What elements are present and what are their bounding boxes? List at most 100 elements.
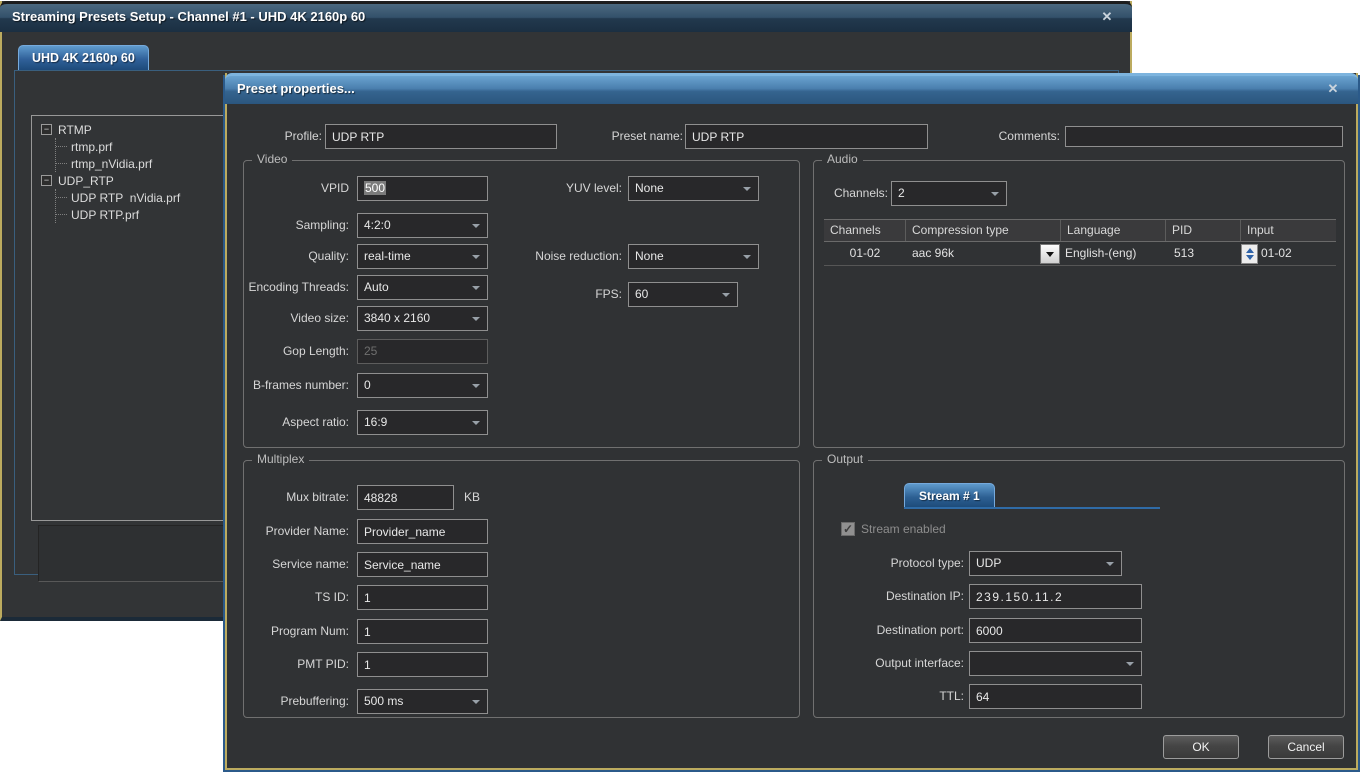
fps-select[interactable]: 60: [628, 282, 738, 307]
tree-node-udp-rtp: − UDP_RTP UDP RTP nVidia.prf UDP RTP.prf: [41, 172, 233, 223]
vpid-field[interactable]: 500: [357, 176, 488, 201]
destination-port-field[interactable]: [969, 618, 1142, 643]
tab-uhd-4k-2160p-60[interactable]: UHD 4K 2160p 60: [18, 45, 149, 70]
col-pid: PID: [1166, 220, 1241, 241]
audio-table-header: Channels Compression type Language PID I…: [824, 219, 1336, 242]
video-size-select[interactable]: 3840 x 2160: [357, 306, 488, 331]
video-group-title: Video: [252, 152, 292, 166]
main-window-close-icon[interactable]: ✕: [1098, 8, 1116, 26]
stream-enabled-checkbox[interactable]: ✓: [841, 522, 855, 536]
profile-label: Profile:: [227, 124, 322, 149]
provider-name-field[interactable]: [357, 519, 488, 544]
checkbox-check-icon: ✓: [843, 522, 853, 536]
quality-select[interactable]: real-time: [357, 244, 488, 269]
aspect-ratio-select[interactable]: 16:9: [357, 410, 488, 435]
audio-table: Channels Compression type Language PID I…: [824, 219, 1336, 266]
yuv-level-label: YUV level:: [474, 176, 622, 201]
dropdown-arrow-icon: [472, 384, 480, 388]
pmt-pid-field[interactable]: [357, 652, 488, 677]
ts-id-label: TS ID:: [244, 585, 349, 610]
tree-children-rtmp: rtmp.prf rtmp_nVidia.prf: [55, 138, 233, 172]
pmt-pid-label: PMT PID:: [244, 652, 349, 677]
ok-button[interactable]: OK: [1163, 735, 1239, 759]
tree-node-udp-rtp-row[interactable]: − UDP_RTP: [41, 172, 233, 189]
sampling-select[interactable]: 4:2:0: [357, 213, 488, 238]
dropdown-arrow-icon: [991, 192, 999, 196]
dropdown-arrow-icon: [722, 293, 730, 297]
cell-pid[interactable]: 513: [1166, 242, 1241, 265]
output-interface-select[interactable]: [969, 651, 1142, 676]
dropdown-arrow-icon: [472, 317, 480, 321]
ttl-label: TTL:: [819, 684, 964, 709]
tree-node-rtmp-row[interactable]: − RTMP: [41, 121, 233, 138]
audio-group: Audio Channels: 2 Channels Compression t…: [813, 160, 1345, 448]
empty-panel: [38, 525, 234, 582]
preset-name-label: Preset name:: [587, 124, 683, 149]
main-window-title: Streaming Presets Setup - Channel #1 - U…: [12, 9, 365, 24]
tree-item-udp-rtp-prf[interactable]: UDP RTP.prf: [56, 206, 233, 223]
dialog-title: Preset properties...: [237, 81, 355, 96]
dropdown-arrow-icon: [1046, 252, 1054, 257]
b-frames-select[interactable]: 0: [357, 373, 488, 398]
ts-id-field[interactable]: [357, 585, 488, 610]
cancel-button[interactable]: Cancel: [1268, 735, 1344, 759]
service-name-field[interactable]: [357, 552, 488, 577]
dialog-body: Profile: Preset name: Comments: Video VP…: [227, 104, 1356, 768]
comments-label: Comments:: [972, 124, 1060, 149]
col-input: Input: [1241, 220, 1336, 241]
yuv-level-select[interactable]: None: [628, 176, 759, 201]
cell-channels: 01-02: [824, 242, 906, 265]
prebuffering-select[interactable]: 500 ms: [357, 689, 488, 714]
tab-label: UHD 4K 2160p 60: [32, 51, 135, 65]
dropdown-arrow-icon: [472, 224, 480, 228]
tree-item-udp-rtp-nvidia-prf[interactable]: UDP RTP nVidia.prf: [56, 189, 233, 206]
mux-bitrate-unit: KB: [464, 485, 504, 510]
mux-bitrate-field[interactable]: [357, 485, 454, 510]
ttl-field[interactable]: [969, 684, 1142, 709]
compression-dropdown-button[interactable]: [1040, 244, 1060, 264]
audio-channels-label: Channels:: [814, 181, 888, 206]
output-interface-label: Output interface:: [819, 651, 964, 676]
spinner-up-icon: [1246, 248, 1254, 253]
quality-label: Quality:: [244, 244, 349, 269]
audio-group-title: Audio: [822, 152, 863, 166]
tree-item-rtmp-nvidia-prf[interactable]: rtmp_nVidia.prf: [56, 155, 233, 172]
b-frames-label: B-frames number:: [244, 373, 349, 398]
audio-channels-select[interactable]: 2: [891, 181, 1007, 206]
comments-field[interactable]: [1065, 126, 1343, 147]
program-num-field[interactable]: [357, 619, 488, 644]
gop-length-label: Gop Length:: [244, 339, 349, 364]
tree-node-rtmp: − RTMP rtmp.prf rtmp_nVidia.prf: [41, 121, 233, 172]
preset-properties-dialog: Preset properties... ✕ Profile: Preset n…: [225, 73, 1358, 770]
protocol-type-select[interactable]: UDP: [969, 551, 1122, 576]
preset-name-field[interactable]: [685, 124, 928, 149]
encoding-threads-select[interactable]: Auto: [357, 275, 488, 300]
dropdown-arrow-icon: [472, 421, 480, 425]
fps-label: FPS:: [474, 282, 622, 307]
program-num-label: Program Num:: [244, 619, 349, 644]
cell-language[interactable]: English-(eng): [1061, 242, 1166, 265]
collapse-icon[interactable]: −: [41, 175, 52, 186]
destination-port-label: Destination port:: [819, 618, 964, 643]
gop-length-field: 25: [357, 339, 488, 364]
profile-field[interactable]: [325, 124, 557, 149]
col-compression-type: Compression type: [906, 220, 1061, 241]
destination-ip-field[interactable]: [969, 584, 1142, 609]
col-channels: Channels: [824, 220, 906, 241]
input-spinner[interactable]: [1241, 244, 1258, 264]
dropdown-arrow-icon: [1126, 662, 1134, 666]
output-group-title: Output: [822, 452, 868, 466]
stream-enabled-label: Stream enabled: [861, 517, 946, 541]
tree-node-label: RTMP: [58, 123, 92, 137]
main-window-titlebar: Streaming Presets Setup - Channel #1 - U…: [0, 1, 1132, 32]
collapse-icon[interactable]: −: [41, 124, 52, 135]
col-language: Language: [1061, 220, 1166, 241]
service-name-label: Service name:: [244, 552, 349, 577]
stream-tab-underline: [904, 507, 1160, 509]
dialog-close-icon[interactable]: ✕: [1324, 80, 1342, 98]
tab-stream-1[interactable]: Stream # 1: [904, 483, 995, 508]
video-group: Video VPID 500 Sampling: 4:2:0 Quality: …: [243, 160, 800, 448]
tree-item-rtmp-prf[interactable]: rtmp.prf: [56, 138, 233, 155]
noise-reduction-select[interactable]: None: [628, 244, 759, 269]
dropdown-arrow-icon: [1106, 562, 1114, 566]
